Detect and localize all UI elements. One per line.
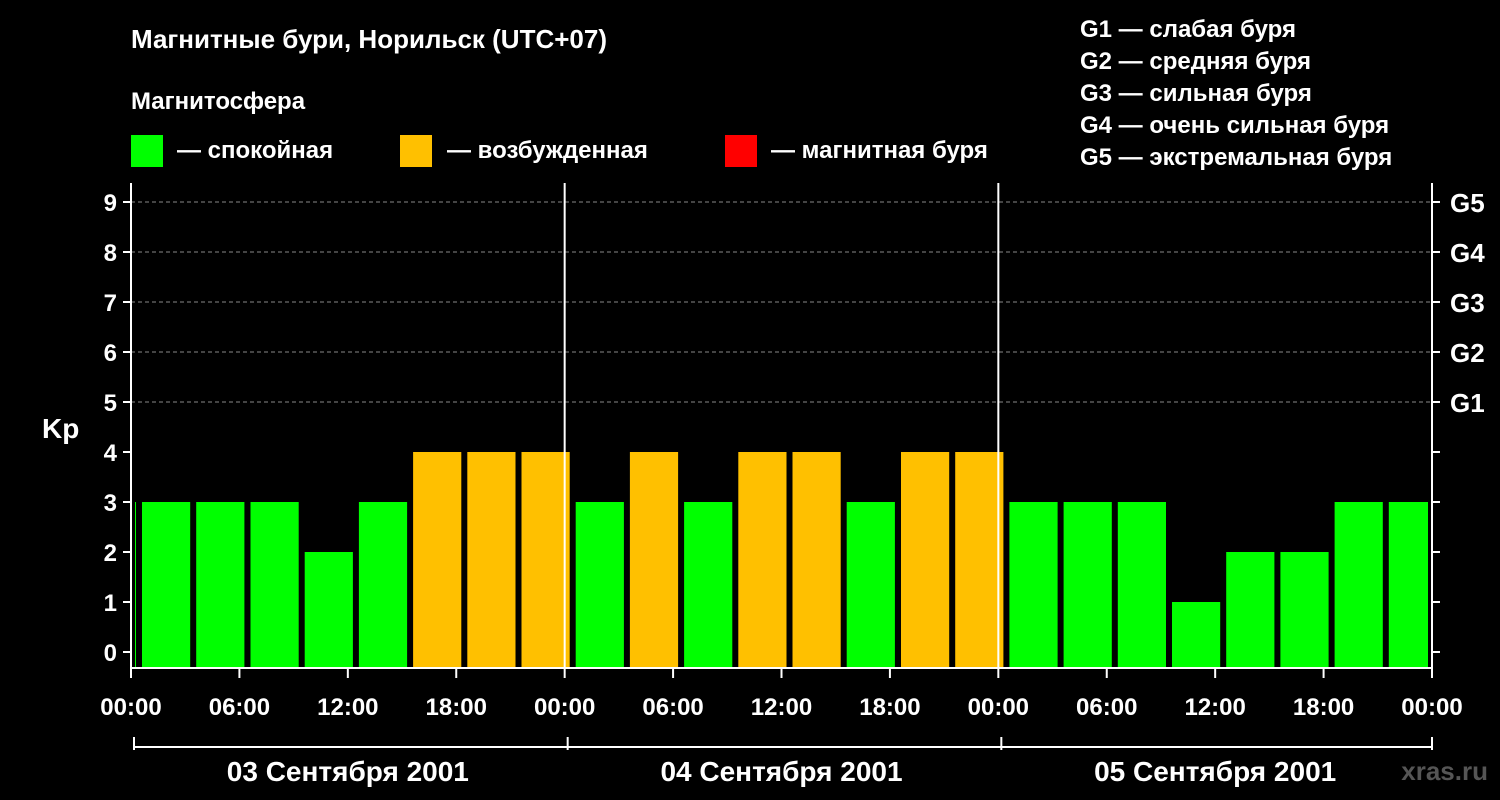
y-axis-label: Kp (42, 413, 79, 444)
g-tick-label: G3 (1450, 288, 1485, 318)
g-tick-label: G2 (1450, 338, 1485, 368)
kp-bar (901, 452, 950, 668)
kp-bar (1009, 502, 1058, 668)
grid-lines (131, 201, 1432, 403)
kp-bar (846, 502, 895, 668)
y-tick-label: 4 (104, 440, 118, 467)
g-scale-g1: G1 — слабая буря (1080, 16, 1296, 43)
legend-swatch-quiet (131, 135, 163, 167)
y-tick-label: 2 (104, 540, 117, 567)
x-tick-label: 12:00 (317, 694, 378, 721)
legend-label-storm: — магнитная буря (771, 137, 988, 164)
x-tick-label: 00:00 (1401, 694, 1462, 721)
g-tick-label: G1 (1450, 388, 1485, 418)
x-tick-label: 12:00 (751, 694, 812, 721)
kp-bar (358, 502, 408, 668)
x-tick-label: 00:00 (100, 694, 161, 721)
kp-bar (250, 502, 299, 668)
legend-label-quiet: — спокойная (177, 137, 333, 164)
kp-bar (1226, 552, 1275, 668)
kp-bar (575, 502, 624, 668)
g-scale-g4: G4 — очень сильная буря (1080, 112, 1389, 139)
kp-bar (1117, 502, 1166, 668)
g-scale-g5: G5 — экстремальная буря (1080, 144, 1392, 171)
g-tick-label: G4 (1450, 238, 1485, 268)
y-tick-label: 5 (104, 390, 117, 417)
kp-bar (1388, 502, 1428, 668)
day-label: 03 Сентября 2001 (227, 756, 469, 787)
y-tick-label: 0 (104, 640, 117, 667)
kp-bar (304, 552, 353, 668)
y-tick-label: 7 (104, 290, 117, 317)
x-tick-label: 06:00 (642, 694, 703, 721)
kp-bar (792, 452, 841, 668)
x-tick-label: 12:00 (1184, 694, 1245, 721)
day-label: 05 Сентября 2001 (1094, 756, 1336, 787)
y-tick-label: 6 (104, 340, 117, 367)
kp-bar (1063, 502, 1112, 668)
kp-bar (467, 452, 516, 668)
kp-chart: Магнитные бури, Норильск (UTC+07) Магнит… (42, 16, 1488, 787)
day-label: 04 Сентября 2001 (660, 756, 902, 787)
kp-bar (1334, 502, 1383, 668)
g-scale-g3: G3 — сильная буря (1080, 80, 1312, 107)
x-tick-label: 18:00 (1293, 694, 1354, 721)
g-tick-label: G5 (1450, 188, 1485, 218)
g-scale-g2: G2 — средняя буря (1080, 48, 1311, 75)
kp-bar (684, 502, 733, 668)
legend: — спокойная — возбужденная — магнитная б… (131, 135, 988, 167)
x-tick-label: 00:00 (968, 694, 1029, 721)
y-tick-label: 1 (104, 590, 117, 617)
g-scale-legend: G1 — слабая буря G2 — средняя буря G3 — … (1080, 16, 1392, 171)
day-labels: 03 Сентября 2001 04 Сентября 2001 05 Сентя… (227, 756, 1336, 787)
kp-bar (1172, 602, 1221, 668)
legend-label-active: — возбужденная (447, 137, 648, 164)
kp-bar (142, 502, 191, 668)
x-tick-label: 00:00 (534, 694, 595, 721)
x-tick-labels: 00:00 06:00 12:00 18:00 00:00 06:00 12:00 18:00… (100, 694, 1462, 721)
kp-bar (738, 452, 787, 668)
legend-swatch-storm (725, 135, 757, 167)
x-tick-label: 18:00 (859, 694, 920, 721)
g-tick-labels: G1 G2 G3 G4 G5 (1450, 188, 1485, 418)
kp-bar (1280, 552, 1329, 668)
y-tick-labels: 0 1 2 3 4 5 6 7 8 9 (104, 190, 118, 667)
legend-heading: Магнитосфера (131, 88, 306, 115)
kp-bar (196, 502, 245, 668)
x-tick-label: 06:00 (1076, 694, 1137, 721)
y-tick-label: 9 (104, 190, 117, 217)
x-tick-label: 06:00 (209, 694, 270, 721)
y-tick-label: 8 (104, 240, 117, 267)
kp-bar (521, 452, 570, 668)
watermark: xras.ru (1401, 756, 1488, 786)
kp-bar (955, 452, 1004, 668)
y-tick-label: 3 (104, 490, 117, 517)
x-tick-label: 18:00 (426, 694, 487, 721)
chart-title: Магнитные бури, Норильск (UTC+07) (131, 24, 607, 54)
legend-swatch-active (400, 135, 432, 167)
kp-bar (413, 452, 462, 668)
kp-bar (629, 452, 679, 668)
bars (135, 452, 1428, 668)
kp-bar (135, 502, 136, 668)
